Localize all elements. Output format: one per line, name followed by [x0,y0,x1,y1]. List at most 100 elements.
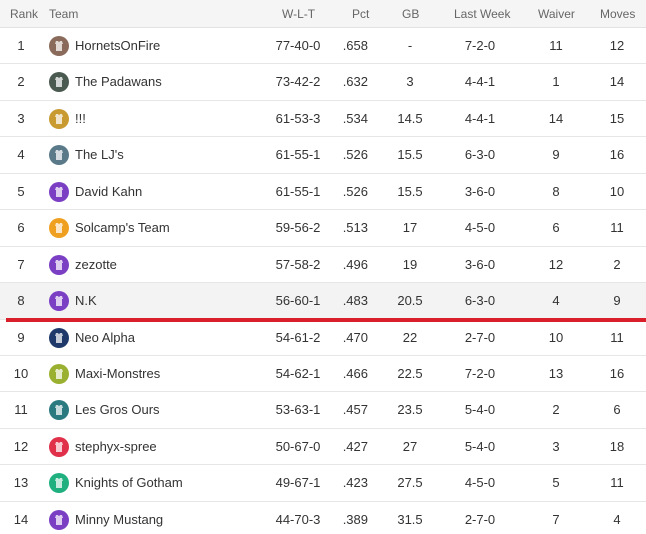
cell-last-week: 6-3-0 [464,293,496,308]
cell-pct: .632 [342,74,368,89]
team-avatar-icon[interactable] [49,36,69,56]
table-row: 5 David Kahn 61-55-1 .526 15.5 3-6-0 8 10 [0,174,646,210]
cell-rank: 9 [17,330,25,345]
jersey-icon [49,437,69,457]
team-name-link[interactable]: HornetsOnFire [75,38,265,53]
cell-waiver: 3 [552,439,560,454]
team-name-link[interactable]: Knights of Gotham [75,475,265,490]
cell-waiver: 9 [552,147,560,162]
cell-wlt: 61-53-3 [275,111,321,126]
table-row: 11 Les Gros Ours 53-63-1 .457 23.5 5-4-0 2 6 [0,392,646,429]
col-rank-header[interactable]: Rank [10,7,38,21]
team-avatar-icon[interactable] [49,473,69,493]
cell-wlt: 59-56-2 [275,220,321,235]
cell-pct: .658 [342,38,368,53]
cell-gb: 22.5 [397,366,423,381]
team-name-link[interactable]: stephyx-spree [75,439,265,454]
cell-waiver: 8 [552,184,560,199]
cell-last-week: 4-5-0 [464,220,496,235]
cell-rank: 2 [17,74,25,89]
cell-moves: 14 [609,74,625,89]
cell-pct: .483 [342,293,368,308]
cell-rank: 8 [17,293,25,308]
cell-last-week: 4-4-1 [464,74,496,89]
team-name-link[interactable]: !!! [75,111,265,126]
jersey-icon [49,182,69,202]
team-avatar-icon[interactable] [49,437,69,457]
cell-pct: .457 [342,402,368,417]
col-moves-header[interactable]: Moves [600,7,635,21]
team-name-link[interactable]: David Kahn [75,184,265,199]
cell-gb: 17 [402,220,418,235]
cell-pct: .427 [342,439,368,454]
cell-pct: .496 [342,257,368,272]
cell-waiver: 6 [552,220,560,235]
cell-moves: 10 [609,184,625,199]
jersey-icon [49,400,69,420]
team-avatar-icon[interactable] [49,145,69,165]
team-avatar-icon[interactable] [49,400,69,420]
team-name-link[interactable]: Solcamp's Team [75,220,265,235]
cell-rank: 7 [17,257,25,272]
cell-gb: 31.5 [397,512,423,527]
team-avatar-icon[interactable] [49,255,69,275]
table-row: 8 N.K 56-60-1 .483 20.5 6-3-0 4 9 [0,283,646,320]
cell-wlt: 54-61-2 [275,330,321,345]
team-avatar-icon[interactable] [49,218,69,238]
col-last-week-header[interactable]: Last Week [454,7,510,21]
team-name-link[interactable]: Neo Alpha [75,330,265,345]
table-row: 3!!! 61-53-3 .534 14.5 4-4-1 14 15 [0,101,646,137]
cell-moves: 16 [609,366,625,381]
cell-wlt: 50-67-0 [275,439,321,454]
table-row: 2 The Padawans 73-42-2 .632 3 4-4-1 1 14 [0,64,646,101]
cell-moves: 15 [609,111,625,126]
cell-rank: 5 [17,184,25,199]
team-avatar-icon[interactable] [49,72,69,92]
cell-wlt: 44-70-3 [275,512,321,527]
col-team-header[interactable]: Team [49,7,78,21]
team-name-link[interactable]: N.K [75,293,265,308]
cell-gb: 23.5 [397,402,423,417]
cell-wlt: 54-62-1 [275,366,321,381]
cell-last-week: 4-5-0 [464,475,496,490]
cell-last-week: 4-4-1 [464,111,496,126]
table-row: 12 stephyx-spree 50-67-0 .427 27 5-4-0 3 18 [0,429,646,465]
jersey-icon [49,364,69,384]
team-name-link[interactable]: Minny Mustang [75,512,265,527]
jersey-icon [49,328,69,348]
cell-pct: .526 [342,184,368,199]
cell-pct: .526 [342,147,368,162]
team-avatar-icon[interactable] [49,109,69,129]
playoff-cutline [6,318,646,322]
jersey-icon [49,109,69,129]
team-name-link[interactable]: The LJ's [75,147,265,162]
team-name-link[interactable]: Les Gros Ours [75,402,265,417]
team-avatar-icon[interactable] [49,328,69,348]
cell-pct: .470 [342,330,368,345]
cell-moves: 11 [610,220,624,235]
col-pct-header[interactable]: Pct [352,7,369,21]
table-row: 13 Knights of Gotham 49-67-1 .423 27.5 4-5-0 5… [0,465,646,502]
cell-rank: 11 [14,402,28,417]
cell-gb: 15.5 [397,184,423,199]
team-avatar-icon[interactable] [49,291,69,311]
team-avatar-icon[interactable] [49,510,69,530]
col-waiver-header[interactable]: Waiver [538,7,575,21]
team-avatar-icon[interactable] [49,182,69,202]
cell-last-week: 2-7-0 [464,330,496,345]
col-gb-header[interactable]: GB [402,7,419,21]
jersey-icon [49,510,69,530]
cell-gb: 3 [406,74,414,89]
team-name-link[interactable]: Maxi-Monstres [75,366,265,381]
col-wlt-header[interactable]: W-L-T [282,7,315,21]
cell-gb: 19 [402,257,418,272]
cell-moves: 9 [613,293,621,308]
cell-gb: - [407,38,413,53]
team-name-link[interactable]: The Padawans [75,74,265,89]
table-row: 4 The LJ's 61-55-1 .526 15.5 6-3-0 9 16 [0,137,646,174]
team-avatar-icon[interactable] [49,364,69,384]
cell-last-week: 7-2-0 [464,366,496,381]
team-name-link[interactable]: zezotte [75,257,265,272]
jersey-icon [49,473,69,493]
cell-pct: .534 [342,111,368,126]
